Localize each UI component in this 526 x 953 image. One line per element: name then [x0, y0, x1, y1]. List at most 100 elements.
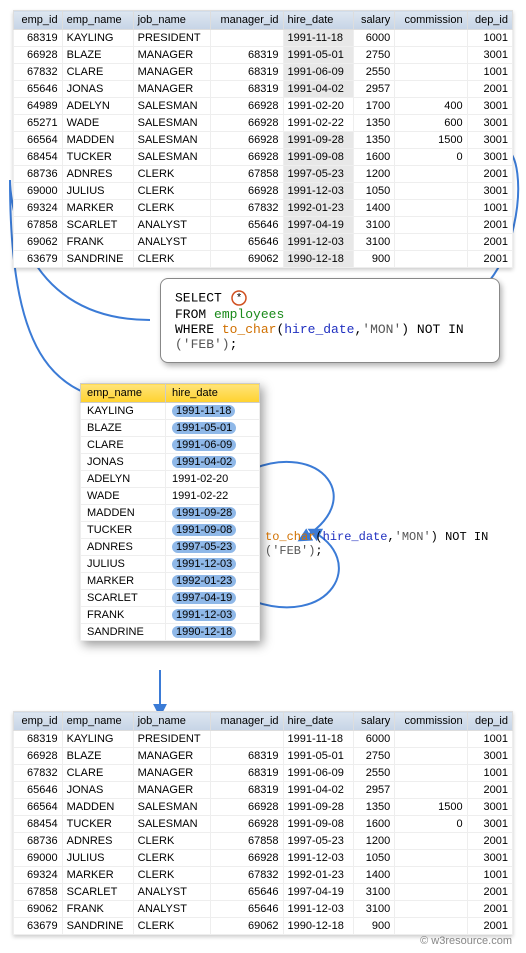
- cell-job_name: MANAGER: [133, 765, 211, 782]
- cell-emp_id: 66928: [14, 47, 63, 64]
- cell-dep_id: 3001: [467, 115, 512, 132]
- cell-manager_id: 68319: [211, 748, 283, 765]
- cell-salary: 1350: [353, 132, 394, 149]
- cell-hire_date: 1997-05-23: [165, 539, 259, 556]
- col-hire_date: hire_date: [283, 11, 353, 30]
- cell-emp_id: 65646: [14, 81, 63, 98]
- cell-emp_name: JONAS: [81, 454, 166, 471]
- cell-manager_id: 66928: [211, 132, 283, 149]
- cell-manager_id: 68319: [211, 64, 283, 81]
- table-row: KAYLING1991-11-18: [81, 403, 260, 420]
- expr-fmt: 'MON': [395, 530, 431, 544]
- cell-commission: [395, 731, 467, 748]
- cell-hire_date: 1991-04-02: [283, 81, 353, 98]
- table-row: 66564MADDENSALESMAN669281991-09-28135015…: [14, 132, 513, 149]
- table-row: FRANK1991-12-03: [81, 607, 260, 624]
- col-hire_date: hire_date: [283, 712, 353, 731]
- cell-salary: 1350: [353, 799, 394, 816]
- cell-hire_date: 1991-12-03: [283, 901, 353, 918]
- cell-emp_name: CLARE: [62, 765, 133, 782]
- col-hire_date: hire_date: [165, 384, 259, 403]
- cell-commission: [395, 200, 467, 217]
- cell-emp_name: JULIUS: [62, 850, 133, 867]
- cell-manager_id: 66928: [211, 799, 283, 816]
- cell-emp_id: 69324: [14, 200, 63, 217]
- table-row: 68736ADNRESCLERK678581997-05-2312002001: [14, 166, 513, 183]
- cell-job_name: MANAGER: [133, 782, 211, 799]
- cell-salary: 3100: [353, 884, 394, 901]
- cell-hire_date: 1991-09-28: [165, 505, 259, 522]
- cell-hire_date: 1991-02-20: [283, 98, 353, 115]
- cell-job_name: CLERK: [133, 200, 211, 217]
- table-row: 63679SANDRINECLERK690621990-12-189002001: [14, 251, 513, 268]
- cell-manager_id: 66928: [211, 850, 283, 867]
- cell-salary: 900: [353, 918, 394, 935]
- table-row: MARKER1992-01-23: [81, 573, 260, 590]
- cell-dep_id: 2001: [467, 918, 512, 935]
- cell-emp_name: CLARE: [81, 437, 166, 454]
- watermark: © w3resource.com: [420, 935, 512, 947]
- cell-job_name: ANALYST: [133, 901, 211, 918]
- cell-salary: 6000: [353, 30, 394, 47]
- cell-emp_id: 69062: [14, 234, 63, 251]
- table-row: JONAS1991-04-02: [81, 454, 260, 471]
- cell-dep_id: 1001: [467, 867, 512, 884]
- cell-salary: 1400: [353, 200, 394, 217]
- cell-hire_date: 1991-09-28: [283, 799, 353, 816]
- table-row: 68736ADNRESCLERK678581997-05-2312002001: [14, 833, 513, 850]
- sql-from: FROM: [175, 307, 206, 322]
- cell-job_name: CLERK: [133, 833, 211, 850]
- cell-emp_id: 63679: [14, 918, 63, 935]
- cell-hire_date: 1991-06-09: [165, 437, 259, 454]
- cell-emp_id: 67858: [14, 884, 63, 901]
- expr-notin: NOT IN: [445, 530, 488, 544]
- cell-emp_name: SCARLET: [81, 590, 166, 607]
- col-dep_id: dep_id: [467, 712, 512, 731]
- table-row: 66928BLAZEMANAGER683191991-05-0127503001: [14, 47, 513, 64]
- sql-fn: to_char: [222, 322, 277, 337]
- cell-hire_date: 1990-12-18: [165, 624, 259, 641]
- cell-hire_date: 1997-05-23: [283, 833, 353, 850]
- cell-manager_id: 69062: [211, 251, 283, 268]
- cell-manager_id: 65646: [211, 234, 283, 251]
- table-row: CLARE1991-06-09: [81, 437, 260, 454]
- col-commission: commission: [395, 11, 467, 30]
- cell-emp_name: MADDEN: [62, 799, 133, 816]
- cell-commission: 600: [395, 115, 467, 132]
- expr-val: ('FEB'): [265, 544, 315, 558]
- cell-emp_name: TUCKER: [62, 816, 133, 833]
- cell-salary: 2550: [353, 765, 394, 782]
- cell-emp_id: 65271: [14, 115, 63, 132]
- cell-emp_id: 65646: [14, 782, 63, 799]
- cell-emp_name: SCARLET: [62, 217, 133, 234]
- sql-query-box: SELECT * FROM employees WHERE to_char(hi…: [160, 278, 500, 363]
- cell-job_name: PRESIDENT: [133, 30, 211, 47]
- cell-dep_id: 2001: [467, 884, 512, 901]
- cell-job_name: SALESMAN: [133, 132, 211, 149]
- cell-manager_id: [211, 30, 283, 47]
- cell-commission: [395, 884, 467, 901]
- cell-emp_id: 68736: [14, 833, 63, 850]
- star-circle-icon: *: [230, 289, 248, 307]
- table-row: 69000JULIUSCLERK669281991-12-0310503001: [14, 850, 513, 867]
- cell-salary: 1600: [353, 816, 394, 833]
- cell-commission: [395, 748, 467, 765]
- cell-manager_id: 68319: [211, 81, 283, 98]
- cell-commission: [395, 64, 467, 81]
- cell-emp_id: 68454: [14, 816, 63, 833]
- cell-manager_id: 66928: [211, 98, 283, 115]
- cell-job_name: SALESMAN: [133, 816, 211, 833]
- cell-job_name: MANAGER: [133, 64, 211, 81]
- cell-emp_name: BLAZE: [62, 748, 133, 765]
- sql-table: employees: [214, 307, 284, 322]
- cell-dep_id: 2001: [467, 217, 512, 234]
- cell-hire_date: 1997-05-23: [283, 166, 353, 183]
- table-row: TUCKER1991-09-08: [81, 522, 260, 539]
- cell-hire_date: 1990-12-18: [283, 918, 353, 935]
- cell-commission: 1500: [395, 799, 467, 816]
- col-dep_id: dep_id: [467, 11, 512, 30]
- cell-hire_date: 1997-04-19: [165, 590, 259, 607]
- cell-hire_date: 1991-06-09: [283, 765, 353, 782]
- cell-hire_date: 1991-06-09: [283, 64, 353, 81]
- cell-salary: 1200: [353, 833, 394, 850]
